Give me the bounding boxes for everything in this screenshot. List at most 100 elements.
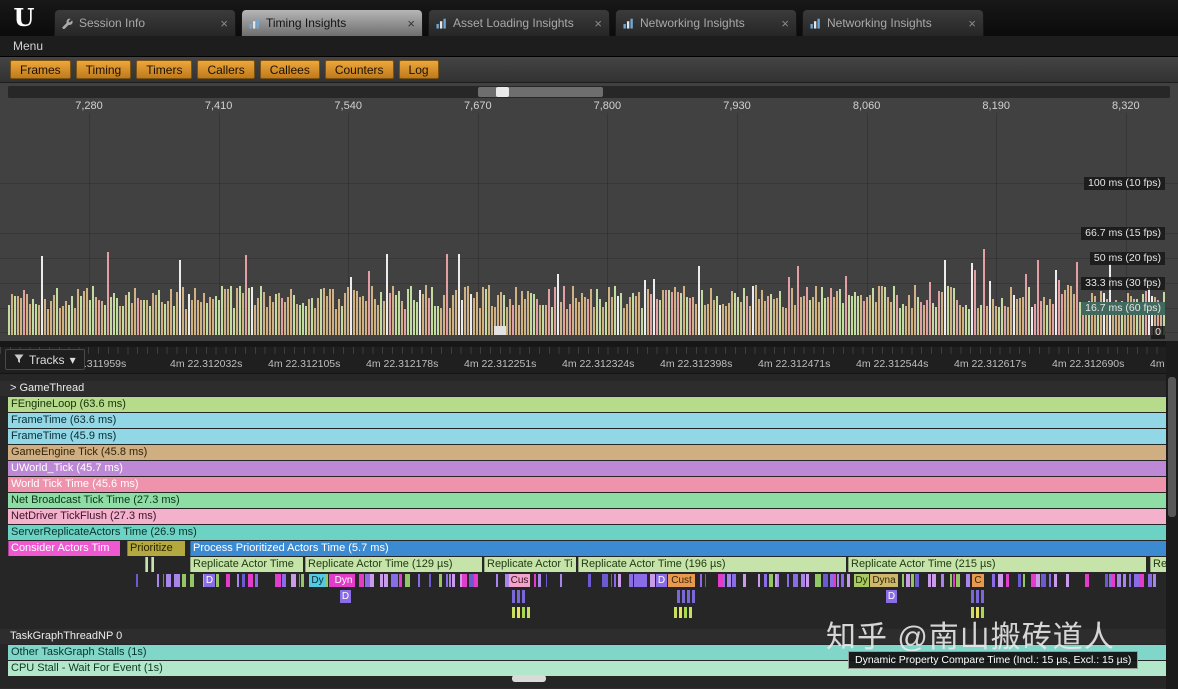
- time-ruler[interactable]: 2.311959s 4m 22.312032s 4m 22.312105s 4m 22…: [0, 347, 1166, 374]
- frames-graph-panel[interactable]: 7,280 7,410 7,540 7,670 7,800 7,930 8,060 8,190…: [0, 83, 1178, 341]
- frame-bar[interactable]: [161, 301, 163, 335]
- frame-bar[interactable]: [56, 288, 58, 335]
- frame-bar[interactable]: [11, 293, 13, 335]
- timing-event-uworld-tick-45-7-ms[interactable]: UWorld_Tick (45.7 ms): [8, 461, 1166, 476]
- frame-bar[interactable]: [581, 293, 583, 335]
- frame-bar[interactable]: [212, 299, 214, 335]
- frame-bar[interactable]: [167, 300, 169, 335]
- timing-event-d[interactable]: D: [340, 590, 351, 603]
- frame-bar[interactable]: [137, 298, 139, 335]
- frame-bar[interactable]: [221, 285, 223, 335]
- frame-bar[interactable]: [86, 288, 88, 335]
- frame-bar[interactable]: [1007, 307, 1009, 335]
- frame-bar[interactable]: [803, 295, 805, 335]
- frame-bar[interactable]: [1013, 295, 1015, 335]
- frame-bar[interactable]: [32, 299, 34, 335]
- frame-bar[interactable]: [899, 308, 901, 335]
- frame-bar[interactable]: [353, 289, 355, 335]
- frame-bar[interactable]: [1025, 273, 1027, 335]
- frame-bar[interactable]: [1016, 298, 1018, 335]
- frame-bar[interactable]: [374, 298, 376, 335]
- frame-bar[interactable]: [1004, 305, 1006, 335]
- frame-bar[interactable]: [998, 306, 1000, 335]
- frame-bar[interactable]: [773, 298, 775, 335]
- frame-bar[interactable]: [611, 296, 613, 335]
- timing-event-d[interactable]: D: [656, 574, 667, 587]
- frame-bar[interactable]: [449, 308, 451, 335]
- frame-bar[interactable]: [584, 296, 586, 335]
- frame-bar[interactable]: [134, 287, 136, 335]
- frame-bar[interactable]: [854, 292, 856, 335]
- frames-hscrollbar[interactable]: [8, 86, 1170, 98]
- frame-bar[interactable]: [272, 301, 274, 335]
- frame-bar[interactable]: [839, 288, 841, 335]
- frame-bar[interactable]: [761, 290, 763, 335]
- frame-bar[interactable]: [341, 305, 343, 335]
- timing-event-fengineloop-63-6-ms[interactable]: FEngineLoop (63.6 ms): [8, 397, 1166, 412]
- frame-bar[interactable]: [1043, 296, 1045, 335]
- frame-bar[interactable]: [764, 300, 766, 335]
- timing-event-dyna[interactable]: Dyna: [870, 574, 898, 587]
- frame-bar[interactable]: [758, 299, 760, 335]
- frame-bar[interactable]: [455, 289, 457, 335]
- frame-bar[interactable]: [95, 297, 97, 335]
- frame-bar[interactable]: [1058, 279, 1060, 335]
- frame-bar[interactable]: [110, 297, 112, 335]
- tracks-hscroll-thumb[interactable]: [512, 675, 546, 682]
- frame-bar[interactable]: [536, 298, 538, 335]
- frame-bar[interactable]: [908, 294, 910, 335]
- frame-bar[interactable]: [674, 286, 676, 335]
- frame-bar[interactable]: [413, 299, 415, 335]
- frame-bar[interactable]: [635, 296, 637, 335]
- timing-event-prioritize[interactable]: Prioritize: [127, 541, 185, 556]
- frame-bar[interactable]: [791, 287, 793, 335]
- frame-bar[interactable]: [512, 305, 514, 335]
- thread-header-gamethread[interactable]: > GameThread: [0, 381, 1166, 396]
- frame-bar[interactable]: [320, 288, 322, 335]
- frame-bar[interactable]: [35, 304, 37, 335]
- frame-bar[interactable]: [602, 306, 604, 335]
- frame-bar[interactable]: [668, 290, 670, 335]
- frame-bar[interactable]: [437, 305, 439, 335]
- tracks-filter-button[interactable]: Tracks ▾: [5, 349, 85, 370]
- frame-bar[interactable]: [359, 297, 361, 335]
- frame-bar[interactable]: [1067, 285, 1069, 335]
- frame-bar[interactable]: [548, 289, 550, 335]
- frame-bar[interactable]: [38, 304, 40, 335]
- frame-bar[interactable]: [434, 305, 436, 335]
- timing-event-replicate-actor-time[interactable]: Replicate Actor Time: [190, 557, 303, 572]
- frame-bar[interactable]: [725, 305, 727, 335]
- counters-button[interactable]: Counters: [324, 60, 394, 79]
- frame-bar[interactable]: [128, 292, 130, 335]
- frame-bar[interactable]: [1070, 285, 1072, 335]
- frame-bar[interactable]: [8, 304, 10, 335]
- frame-bar[interactable]: [431, 286, 433, 335]
- frame-bar[interactable]: [845, 275, 847, 335]
- frame-bar[interactable]: [920, 302, 922, 335]
- frame-bar[interactable]: [986, 305, 988, 335]
- timing-event-consider-actors-tim[interactable]: Consider Actors Tim: [8, 541, 120, 556]
- frame-bar[interactable]: [425, 285, 427, 335]
- frame-bar[interactable]: [464, 286, 466, 335]
- frame-bar[interactable]: [833, 297, 835, 335]
- frame-bar[interactable]: [242, 293, 244, 335]
- frame-bar[interactable]: [428, 298, 430, 335]
- frame-bar[interactable]: [962, 307, 964, 335]
- frame-bar[interactable]: [506, 306, 508, 335]
- frame-bar[interactable]: [230, 286, 232, 335]
- frame-bar[interactable]: [74, 307, 76, 335]
- frame-bar[interactable]: [77, 289, 79, 335]
- frame-bar[interactable]: [224, 289, 226, 335]
- frame-bar[interactable]: [692, 297, 694, 335]
- frame-bar[interactable]: [53, 295, 55, 335]
- frame-bar[interactable]: [122, 306, 124, 335]
- frame-bar[interactable]: [554, 286, 556, 335]
- timing-event-process-prioritized-actors-time-5-7-ms[interactable]: Process Prioritized Actors Time (5.7 ms): [190, 541, 1166, 556]
- frame-bar[interactable]: [326, 296, 328, 335]
- frame-bar[interactable]: [1064, 290, 1066, 335]
- frame-bar[interactable]: [599, 298, 601, 335]
- frame-bar[interactable]: [488, 285, 490, 335]
- frame-bar[interactable]: [530, 293, 532, 335]
- frame-bar[interactable]: [632, 292, 634, 335]
- frame-bar[interactable]: [290, 288, 292, 335]
